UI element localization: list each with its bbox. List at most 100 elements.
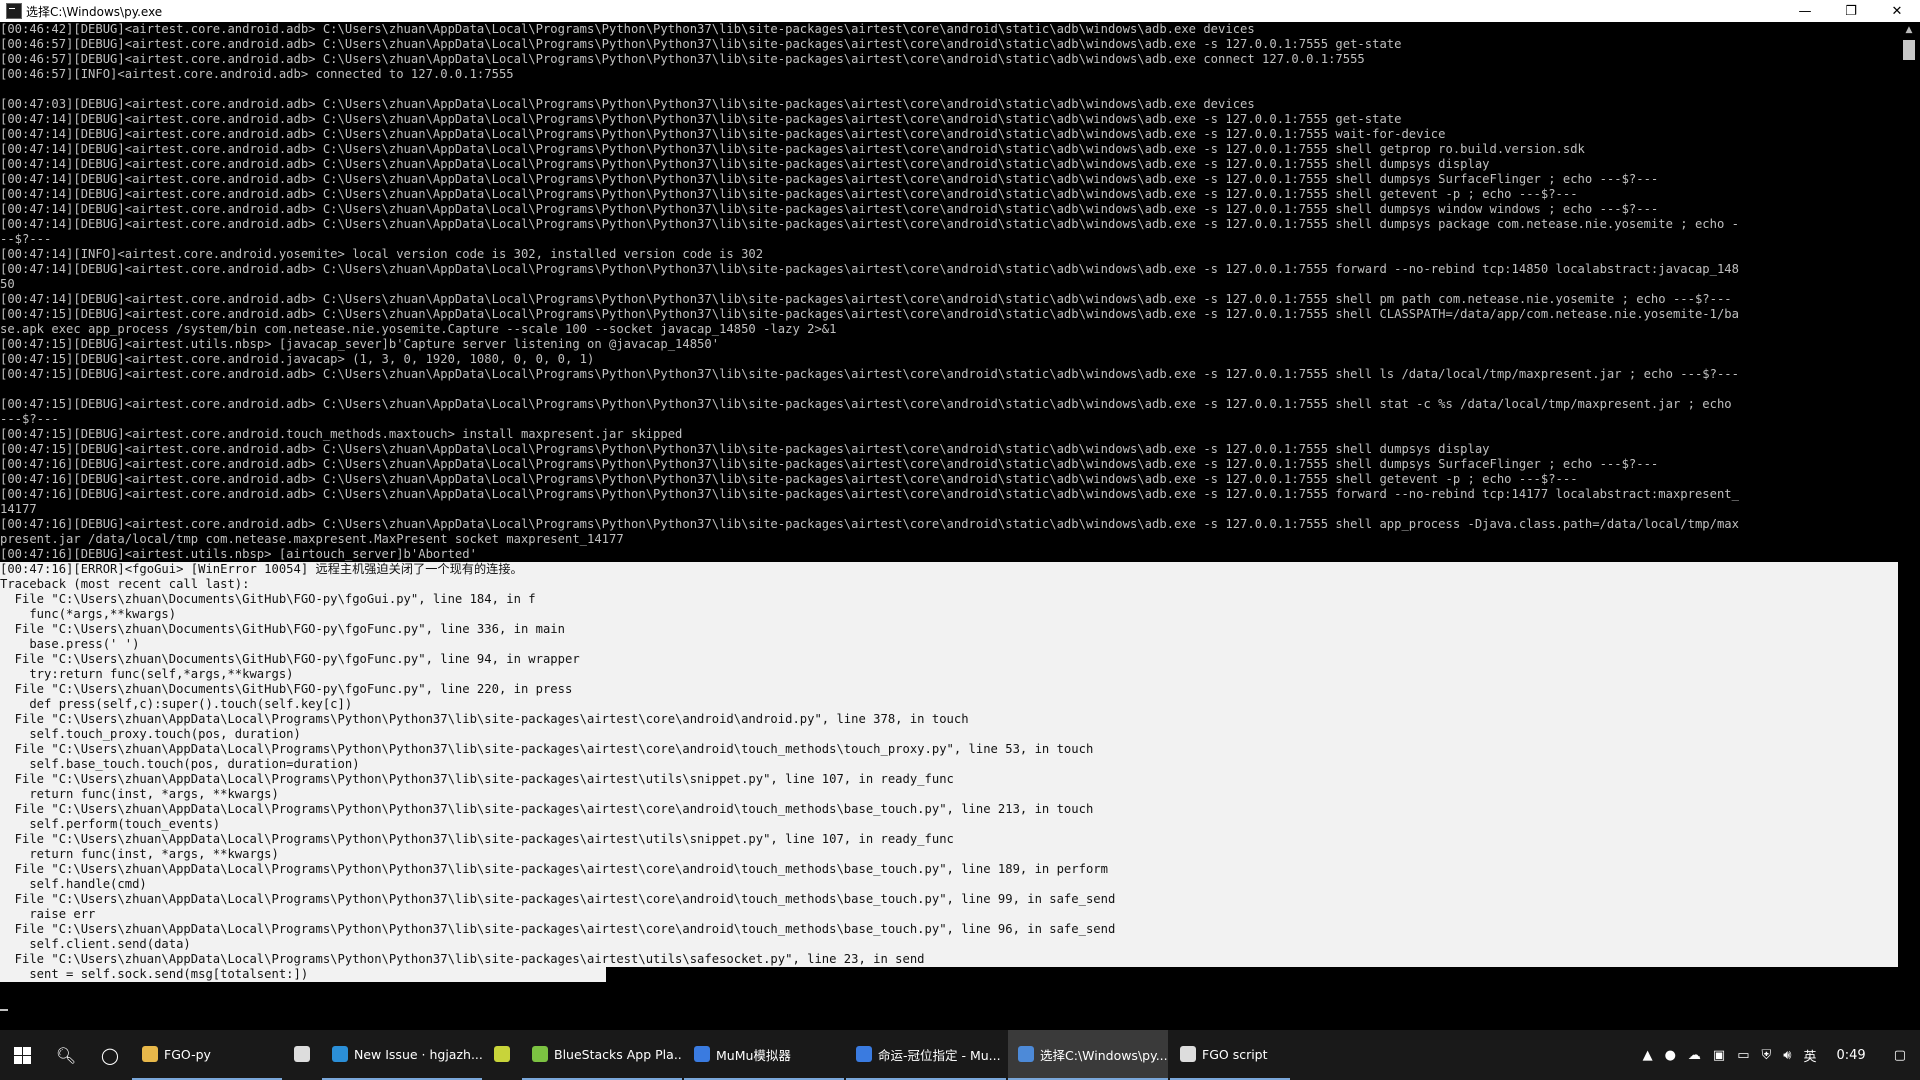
window-titlebar[interactable]: 选择C:\Windows\py.exe — ❐ ✕ (0, 0, 1920, 22)
system-tray: ▲ ● ☁ ▣ ▭ ⛨ 🔊︎ 英 0:49 ▢ (1637, 1030, 1920, 1080)
console-line-selected: sent = self.sock.send(msg[totalsent:]) (0, 967, 606, 982)
taskbar-item-label: 选择C:\Windows\py.... (1040, 1047, 1168, 1063)
taskbar-item[interactable]: New Issue · hgjazh... (322, 1030, 482, 1080)
console-line-selected: File "C:\Users\zhuan\AppData\Local\Progr… (0, 742, 1898, 757)
windows-logo-icon (13, 1046, 31, 1064)
network-icon[interactable]: ▣ (1707, 1048, 1731, 1063)
console-line: [00:46:57][INFO]<airtest.core.android.ad… (0, 67, 514, 81)
console-line: [00:47:14][DEBUG]<airtest.core.android.a… (0, 112, 1402, 126)
console-line-selected: File "C:\Users\zhuan\AppData\Local\Progr… (0, 712, 1898, 727)
console-line: [00:47:16][DEBUG]<airtest.core.android.a… (0, 487, 1739, 501)
console-line: --$?--- (0, 232, 52, 246)
console-line: [00:47:16][DEBUG]<airtest.core.android.a… (0, 472, 1578, 486)
shield-icon[interactable]: ⛨ (1756, 1048, 1778, 1063)
taskbar-item-label: FGO-py (164, 1046, 211, 1062)
start-button[interactable] (0, 1030, 44, 1080)
console-line-selected: Traceback (most recent call last): (0, 577, 1898, 592)
restore-button[interactable]: ❐ (1828, 0, 1874, 22)
minimize-button[interactable]: — (1782, 0, 1828, 22)
console-line: se.apk exec app_process /system/bin com.… (0, 322, 837, 336)
console-line-selected: File "C:\Users\zhuan\Documents\GitHub\FG… (0, 682, 1898, 697)
console-line: [00:47:14][DEBUG]<airtest.core.android.a… (0, 292, 1732, 306)
tray-app-icon[interactable]: ▲ (1637, 1048, 1659, 1063)
console-line: 50 (0, 277, 15, 291)
console-line: [00:47:14][DEBUG]<airtest.core.android.a… (0, 217, 1739, 231)
console-line-selected: File "C:\Users\zhuan\Documents\GitHub\FG… (0, 592, 1898, 607)
taskbar-item[interactable] (484, 1030, 520, 1080)
console-line-selected: File "C:\Users\zhuan\AppData\Local\Progr… (0, 832, 1898, 847)
console-line: [00:47:14][DEBUG]<airtest.core.android.a… (0, 187, 1578, 201)
taskbar-item[interactable] (284, 1030, 320, 1080)
mumu-icon (694, 1046, 710, 1062)
mumu-game-icon (856, 1046, 872, 1062)
bluestacks-icon (532, 1046, 548, 1062)
console-line-selected: self.perform(touch_events) (0, 817, 1898, 832)
ime-indicator[interactable]: 英 (1797, 1046, 1822, 1065)
onedrive-icon[interactable]: ☁ (1682, 1048, 1707, 1063)
cortana-icon[interactable]: ◯ (88, 1030, 132, 1080)
taskbar-item[interactable]: 选择C:\Windows\py.... (1008, 1030, 1168, 1080)
console-line: ---$?--- (0, 412, 59, 426)
console-line: [00:47:16][DEBUG]<airtest.core.android.a… (0, 457, 1659, 471)
tray-wechat-icon[interactable]: ● (1659, 1048, 1682, 1063)
display-icon[interactable]: ▭ (1731, 1048, 1755, 1063)
volume-icon[interactable]: 🔊︎ (1777, 1048, 1797, 1063)
console-line: [00:47:14][DEBUG]<airtest.core.android.a… (0, 262, 1739, 276)
console-app-icon (6, 3, 22, 19)
console-output[interactable]: [00:46:42][DEBUG]<airtest.core.android.a… (0, 22, 1898, 1052)
scroll-thumb[interactable] (1903, 40, 1915, 60)
console-line-selected: return func(inst, *args, **kwargs) (0, 787, 1898, 802)
console-line: [00:47:16][DEBUG]<airtest.utils.nbsp> [a… (0, 547, 477, 561)
store-icon (294, 1046, 310, 1062)
console-line-selected: base.press(' ') (0, 637, 1898, 652)
console-line: [00:47:15][DEBUG]<airtest.core.android.j… (0, 352, 595, 366)
taskbar-item-label: 命运-冠位指定 - Mu... (878, 1047, 1001, 1063)
taskbar-item-label: FGO script (1202, 1046, 1268, 1062)
clock[interactable]: 0:49 (1823, 1048, 1880, 1063)
console-line: present.jar /data/local/tmp com.netease.… (0, 532, 624, 546)
script-window-icon (1180, 1046, 1196, 1062)
console-line: [00:47:03][DEBUG]<airtest.core.android.a… (0, 97, 1255, 111)
taskbar-item[interactable]: FGO-py (132, 1030, 282, 1080)
taskbar-item-label: New Issue · hgjazh... (354, 1046, 482, 1062)
console-line-selected: raise err (0, 907, 1898, 922)
console-scrollbar[interactable]: ▲ ▼ (1898, 22, 1920, 1052)
close-button[interactable]: ✕ (1874, 0, 1920, 22)
console-line: [00:47:15][DEBUG]<airtest.core.android.a… (0, 367, 1739, 381)
console-line: [00:47:15][DEBUG]<airtest.core.android.t… (0, 427, 683, 441)
taskbar-item[interactable]: 命运-冠位指定 - Mu... (846, 1030, 1006, 1080)
app-yellow-icon (494, 1046, 510, 1062)
scroll-up-icon[interactable]: ▲ (1898, 22, 1920, 39)
console-line: [00:47:16][DEBUG]<airtest.core.android.a… (0, 517, 1739, 531)
console-line-selected: return func(inst, *args, **kwargs) (0, 847, 1898, 862)
console-line-selected: File "C:\Users\zhuan\AppData\Local\Progr… (0, 892, 1898, 907)
console-line-selected: self.touch_proxy.touch(pos, duration) (0, 727, 1898, 742)
console-line-selected: File "C:\Users\zhuan\AppData\Local\Progr… (0, 862, 1898, 877)
console-line: [00:47:14][DEBUG]<airtest.core.android.a… (0, 202, 1659, 216)
console-line: [00:47:15][DEBUG]<airtest.core.android.a… (0, 307, 1739, 321)
search-icon[interactable]: 🔍︎ (44, 1030, 88, 1080)
console-line-selected: self.base_touch.touch(pos, duration=dura… (0, 757, 1898, 772)
console-line: [00:47:14][DEBUG]<airtest.core.android.a… (0, 127, 1446, 141)
folder-icon (142, 1046, 158, 1062)
console-line: 14177 (0, 502, 37, 516)
taskbar-item[interactable]: MuMu模拟器 (684, 1030, 844, 1080)
console-line-selected: File "C:\Users\zhuan\AppData\Local\Progr… (0, 802, 1898, 817)
console-line-selected: self.client.send(data) (0, 937, 1898, 952)
edge-icon (332, 1046, 348, 1062)
console-line: [00:47:14][INFO]<airtest.core.android.yo… (0, 247, 764, 261)
console-line: [00:47:15][DEBUG]<airtest.core.android.a… (0, 442, 1490, 456)
taskbar-item[interactable]: FGO script (1170, 1030, 1290, 1080)
console-line: [00:47:14][DEBUG]<airtest.core.android.a… (0, 172, 1659, 186)
taskbar-item-label: MuMu模拟器 (716, 1047, 791, 1063)
console-line-selected: try:return func(self,*args,**kwargs) (0, 667, 1898, 682)
text-cursor (0, 1009, 8, 1011)
window-title: 选择C:\Windows\py.exe (26, 4, 163, 19)
taskbar-item[interactable]: BlueStacks App Pla... (522, 1030, 682, 1080)
notification-icon[interactable]: ▢ (1880, 1048, 1920, 1063)
taskbar-apps: FGO-py New Issue · hgjazh... BlueStacks Ap… (132, 1030, 1292, 1080)
console-line-selected: self.handle(cmd) (0, 877, 1898, 892)
console-line-selected: File "C:\Users\zhuan\AppData\Local\Progr… (0, 952, 1898, 967)
console-line-selected: File "C:\Users\zhuan\AppData\Local\Progr… (0, 922, 1898, 937)
